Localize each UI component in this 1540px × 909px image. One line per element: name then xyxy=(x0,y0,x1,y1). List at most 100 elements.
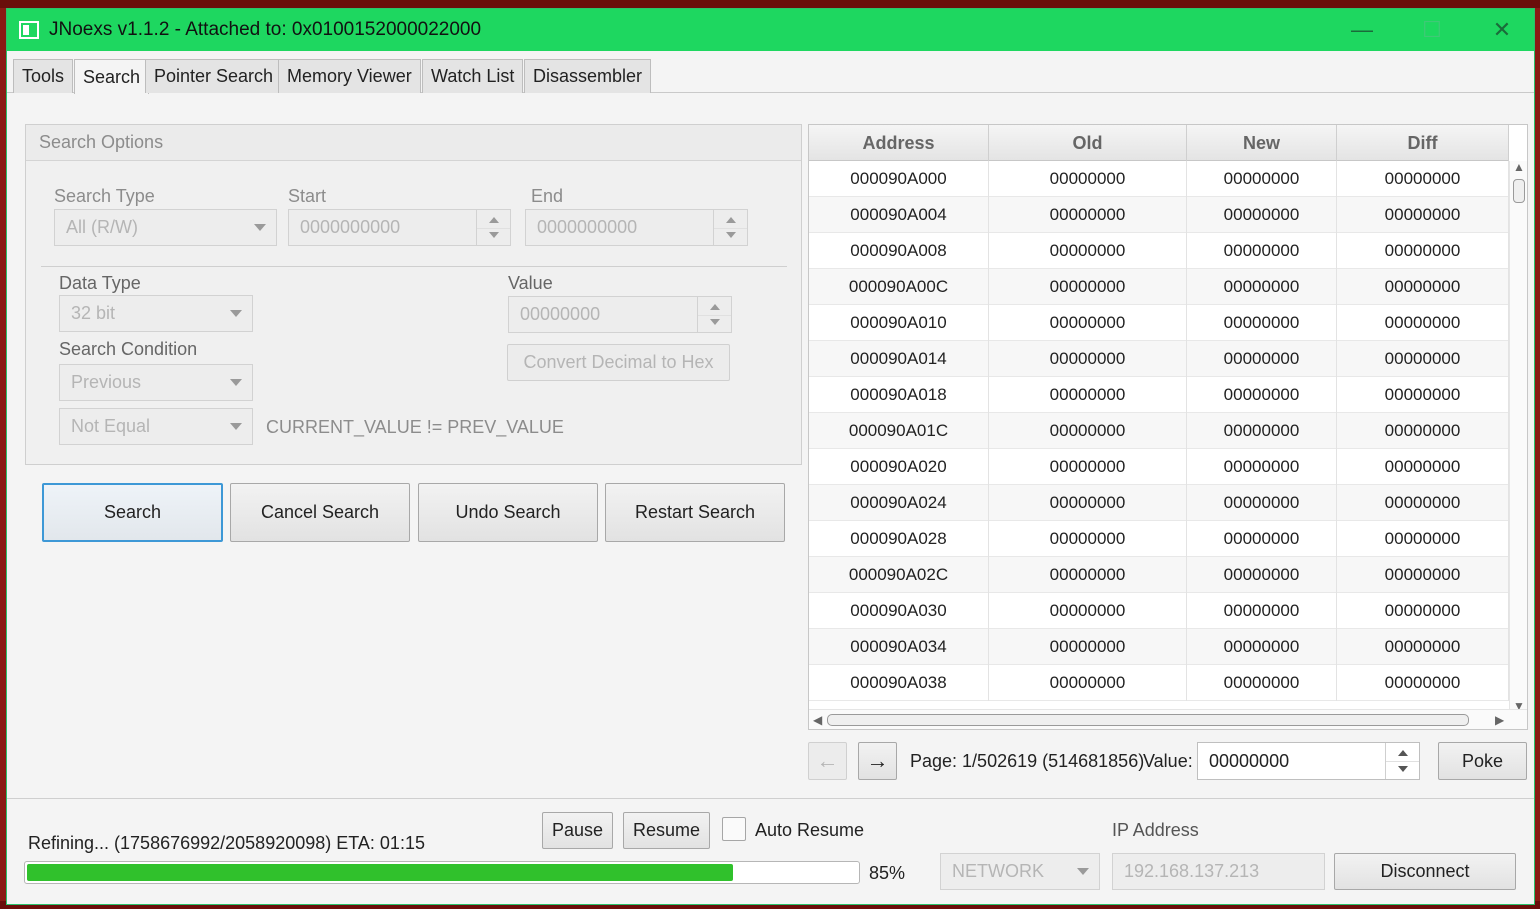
address-cell[interactable]: 000090A014 xyxy=(809,341,989,377)
start-spinner[interactable] xyxy=(476,210,510,245)
old-value-cell[interactable]: 00000000 xyxy=(989,197,1187,233)
condition-select[interactable]: Previous xyxy=(59,364,253,401)
address-cell[interactable]: 000090A004 xyxy=(809,197,989,233)
resume-button[interactable]: Resume xyxy=(623,812,710,849)
new-value-cell[interactable]: 00000000 xyxy=(1187,593,1337,629)
table-row[interactable]: 000090A028 00000000 00000000 00000000 xyxy=(809,521,1509,557)
diff-cell[interactable]: 00000000 xyxy=(1337,233,1509,269)
old-value-cell[interactable]: 00000000 xyxy=(989,593,1187,629)
old-value-cell[interactable]: 00000000 xyxy=(989,485,1187,521)
address-cell[interactable]: 000090A038 xyxy=(809,665,989,701)
diff-cell[interactable]: 00000000 xyxy=(1337,269,1509,305)
new-value-cell[interactable]: 00000000 xyxy=(1187,557,1337,593)
diff-cell[interactable]: 00000000 xyxy=(1337,521,1509,557)
search-type-select[interactable]: All (R/W) xyxy=(54,209,277,246)
address-cell[interactable]: 000090A00C xyxy=(809,269,989,305)
diff-cell[interactable]: 00000000 xyxy=(1337,161,1509,197)
vertical-scroll-thumb[interactable] xyxy=(1513,179,1525,203)
address-cell[interactable]: 000090A010 xyxy=(809,305,989,341)
column-header-new[interactable]: New xyxy=(1187,125,1337,161)
table-row[interactable]: 000090A018 00000000 00000000 00000000 xyxy=(809,377,1509,413)
address-cell[interactable]: 000090A01C xyxy=(809,413,989,449)
pause-button[interactable]: Pause xyxy=(542,812,613,849)
new-value-cell[interactable]: 00000000 xyxy=(1187,377,1337,413)
vertical-scrollbar[interactable]: ▲ ▼ xyxy=(1509,160,1527,713)
new-value-cell[interactable]: 00000000 xyxy=(1187,269,1337,305)
table-row[interactable]: 000090A020 00000000 00000000 00000000 xyxy=(809,449,1509,485)
tab-watch-list[interactable]: Watch List xyxy=(422,59,524,93)
tab-memory-viewer[interactable]: Memory Viewer xyxy=(278,59,421,93)
new-value-cell[interactable]: 00000000 xyxy=(1187,305,1337,341)
tab-disassembler[interactable]: Disassembler xyxy=(524,59,652,93)
minimize-icon[interactable]: — xyxy=(1332,9,1392,51)
address-cell[interactable]: 000090A028 xyxy=(809,521,989,557)
new-value-cell[interactable]: 00000000 xyxy=(1187,521,1337,557)
old-value-cell[interactable]: 00000000 xyxy=(989,269,1187,305)
cancel-search-button[interactable]: Cancel Search xyxy=(230,483,410,542)
old-value-cell[interactable]: 00000000 xyxy=(989,521,1187,557)
auto-resume-checkbox[interactable] xyxy=(722,817,746,841)
address-cell[interactable]: 000090A008 xyxy=(809,233,989,269)
column-header-old[interactable]: Old xyxy=(989,125,1187,161)
table-row[interactable]: 000090A010 00000000 00000000 00000000 xyxy=(809,305,1509,341)
scroll-left-icon[interactable]: ◀ xyxy=(813,713,822,727)
tab-search[interactable]: Search xyxy=(74,59,150,94)
table-row[interactable]: 000090A030 00000000 00000000 00000000 xyxy=(809,593,1509,629)
diff-cell[interactable]: 00000000 xyxy=(1337,341,1509,377)
restart-search-button[interactable]: Restart Search xyxy=(605,483,785,542)
new-value-cell[interactable]: 00000000 xyxy=(1187,449,1337,485)
address-cell[interactable]: 000090A024 xyxy=(809,485,989,521)
poke-value-input[interactable]: 00000000 xyxy=(1197,742,1420,780)
end-spinner[interactable] xyxy=(713,210,747,245)
new-value-cell[interactable]: 00000000 xyxy=(1187,233,1337,269)
diff-cell[interactable]: 00000000 xyxy=(1337,485,1509,521)
table-row[interactable]: 000090A008 00000000 00000000 00000000 xyxy=(809,233,1509,269)
old-value-cell[interactable]: 00000000 xyxy=(989,305,1187,341)
table-row[interactable]: 000090A004 00000000 00000000 00000000 xyxy=(809,197,1509,233)
scroll-up-icon[interactable]: ▲ xyxy=(1513,160,1525,174)
tab-tools[interactable]: Tools xyxy=(13,59,74,93)
old-value-cell[interactable]: 00000000 xyxy=(989,341,1187,377)
address-cell[interactable]: 000090A02C xyxy=(809,557,989,593)
new-value-cell[interactable]: 00000000 xyxy=(1187,629,1337,665)
undo-search-button[interactable]: Undo Search xyxy=(418,483,598,542)
ip-address-input[interactable]: 192.168.137.213 xyxy=(1112,853,1325,890)
start-input[interactable]: 0000000000 xyxy=(288,209,511,246)
diff-cell[interactable]: 00000000 xyxy=(1337,593,1509,629)
diff-cell[interactable]: 00000000 xyxy=(1337,305,1509,341)
old-value-cell[interactable]: 00000000 xyxy=(989,413,1187,449)
diff-cell[interactable]: 00000000 xyxy=(1337,413,1509,449)
new-value-cell[interactable]: 00000000 xyxy=(1187,485,1337,521)
diff-cell[interactable]: 00000000 xyxy=(1337,665,1509,701)
value-spinner[interactable] xyxy=(697,297,731,332)
convert-hex-button[interactable]: Convert Decimal to Hex xyxy=(507,344,730,381)
new-value-cell[interactable]: 00000000 xyxy=(1187,413,1337,449)
address-cell[interactable]: 000090A018 xyxy=(809,377,989,413)
tab-pointer-search[interactable]: Pointer Search xyxy=(145,59,283,93)
diff-cell[interactable]: 00000000 xyxy=(1337,557,1509,593)
next-page-button[interactable]: → xyxy=(858,742,897,780)
value-input[interactable]: 00000000 xyxy=(508,296,732,333)
data-type-select[interactable]: 32 bit xyxy=(59,295,253,332)
column-header-diff[interactable]: Diff xyxy=(1337,125,1509,161)
old-value-cell[interactable]: 00000000 xyxy=(989,557,1187,593)
close-icon[interactable]: ✕ xyxy=(1472,9,1532,51)
diff-cell[interactable]: 00000000 xyxy=(1337,197,1509,233)
prev-page-button[interactable]: ← xyxy=(808,742,847,780)
old-value-cell[interactable]: 00000000 xyxy=(989,665,1187,701)
title-bar[interactable]: JNoexs v1.1.2 - Attached to: 0x010015200… xyxy=(7,9,1534,51)
address-cell[interactable]: 000090A000 xyxy=(809,161,989,197)
poke-button[interactable]: Poke xyxy=(1438,742,1527,780)
old-value-cell[interactable]: 00000000 xyxy=(989,377,1187,413)
table-row[interactable]: 000090A000 00000000 00000000 00000000 xyxy=(809,161,1509,197)
search-button[interactable]: Search xyxy=(42,483,223,542)
maximize-icon[interactable]: ☐ xyxy=(1402,9,1462,51)
end-input[interactable]: 0000000000 xyxy=(525,209,748,246)
address-cell[interactable]: 000090A034 xyxy=(809,629,989,665)
poke-value-spinner[interactable] xyxy=(1385,743,1419,779)
address-cell[interactable]: 000090A020 xyxy=(809,449,989,485)
horizontal-scrollbar[interactable]: ◀ ▶ xyxy=(809,709,1527,729)
diff-cell[interactable]: 00000000 xyxy=(1337,449,1509,485)
table-row[interactable]: 000090A01C 00000000 00000000 00000000 xyxy=(809,413,1509,449)
table-row[interactable]: 000090A034 00000000 00000000 00000000 xyxy=(809,629,1509,665)
